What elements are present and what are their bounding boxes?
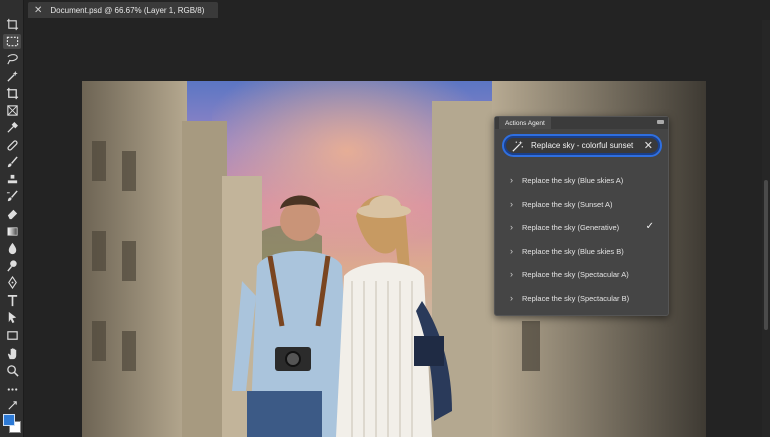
action-item[interactable]: › Replace the sky (Spectacular A) <box>495 263 668 287</box>
prompt-text: Replace sky - colorful sunset <box>531 141 634 150</box>
zoom-icon[interactable] <box>3 363 21 378</box>
blur-icon[interactable] <box>3 241 21 256</box>
artboard-icon[interactable] <box>3 17 21 32</box>
lasso-icon[interactable] <box>3 52 21 67</box>
frame-icon[interactable] <box>3 103 21 118</box>
action-item[interactable]: › Replace the sky (Blue skies A) <box>495 169 668 193</box>
clear-prompt-icon[interactable]: ✕ <box>644 140 653 152</box>
document-tab-bar: ✕ Document.psd @ 66.67% (Layer 1, RGB/8) <box>24 0 770 20</box>
document-tab[interactable]: ✕ Document.psd @ 66.67% (Layer 1, RGB/8) <box>28 2 218 18</box>
vertical-scrollbar[interactable] <box>762 20 770 437</box>
eyedropper-icon[interactable] <box>3 120 21 135</box>
dodge-icon[interactable] <box>3 258 21 273</box>
document-title: Document.psd @ 66.67% (Layer 1, RGB/8) <box>50 5 205 15</box>
action-label: Replace the sky (Spectacular A) <box>522 270 629 280</box>
chevron-right-icon: › <box>510 175 513 186</box>
action-list: › Replace the sky (Blue skies A) › Repla… <box>495 169 668 310</box>
action-label: Replace the sky (Sunset A) <box>522 199 613 209</box>
swap-colors-icon[interactable] <box>3 400 21 410</box>
marquee-icon[interactable] <box>3 34 21 49</box>
foreground-color-swatch[interactable] <box>3 414 15 426</box>
action-item-selected[interactable]: › Replace the sky (Generative) ✓ <box>495 216 668 240</box>
action-item[interactable]: › Replace the sky (Blue skies B) <box>495 240 668 264</box>
history-brush-icon[interactable] <box>3 189 21 204</box>
magic-wand-icon <box>512 140 523 152</box>
crop-icon[interactable] <box>3 86 21 101</box>
chevron-right-icon: › <box>510 222 513 233</box>
path-select-icon[interactable] <box>3 310 21 325</box>
chevron-right-icon: › <box>510 245 513 256</box>
more-tools-icon[interactable] <box>3 382 21 397</box>
prompt-input[interactable]: Replace sky - colorful sunset ✕ <box>502 134 662 157</box>
action-label: Replace the sky (Blue skies A) <box>522 176 624 186</box>
healing-icon[interactable] <box>3 138 21 153</box>
chevron-right-icon: › <box>510 269 513 280</box>
checkmark-icon: ✓ <box>645 221 654 232</box>
magic-wand-icon[interactable] <box>3 69 21 84</box>
close-tab-icon[interactable]: ✕ <box>34 5 42 16</box>
brush-icon[interactable] <box>3 155 21 170</box>
stamp-icon[interactable] <box>3 172 21 187</box>
eraser-icon[interactable] <box>3 206 21 221</box>
chevron-right-icon: › <box>510 198 513 209</box>
pen-icon[interactable] <box>3 275 21 290</box>
scrollbar-thumb[interactable] <box>764 180 768 330</box>
type-icon[interactable] <box>3 293 21 308</box>
action-label: Replace the sky (Spectacular B) <box>522 293 630 303</box>
action-label: Replace the sky (Blue skies B) <box>522 246 624 256</box>
panel-menu-icon[interactable] <box>657 120 664 124</box>
hand-icon[interactable] <box>3 346 21 361</box>
rectangle-icon[interactable] <box>3 328 21 343</box>
panel-header: Actions Agent <box>495 117 668 129</box>
photoshop-window: ✕ Document.psd @ 66.67% (Layer 1, RGB/8) <box>0 0 770 437</box>
chevron-right-icon: › <box>510 292 513 303</box>
actions-agent-panel: Actions Agent Replace sky - colorful sun… <box>494 116 669 316</box>
tools-panel <box>0 0 24 437</box>
action-item[interactable]: › Replace the sky (Sunset A) <box>495 193 668 217</box>
action-item[interactable]: › Replace the sky (Spectacular B) <box>495 287 668 311</box>
action-label: Replace the sky (Generative) <box>522 223 620 233</box>
gradient-icon[interactable] <box>3 224 21 239</box>
panel-tab[interactable]: Actions Agent <box>499 117 551 129</box>
